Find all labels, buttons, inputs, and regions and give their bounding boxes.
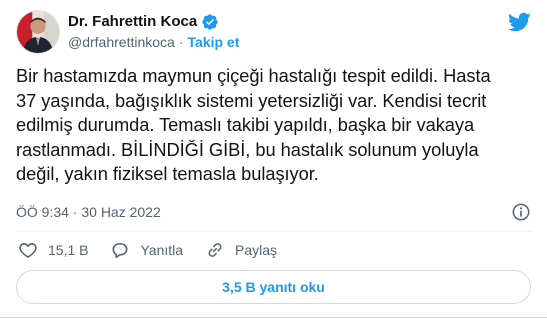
tweet-timestamp[interactable]: ÖÖ 9:34 · 30 Haz 2022 [16,204,161,220]
avatar[interactable] [16,10,60,54]
reply-action[interactable]: Yanıtla [110,240,183,260]
author-info: Dr. Fahrettin Koca @drfahrettinkoca · Ta… [68,13,239,51]
like-action[interactable]: 15,1 B [18,240,88,260]
avatar-portrait [17,11,59,53]
author-name-row: Dr. Fahrettin Koca [68,13,239,31]
author-name[interactable]: Dr. Fahrettin Koca [68,13,197,31]
tweet-actions: 15,1 B Yanıtla Paylaş [18,240,299,260]
verified-badge-icon [201,13,219,31]
like-count: 15,1 B [48,242,89,258]
divider [16,231,531,232]
follow-button[interactable]: Takip et [188,33,240,51]
tweet-meta: ÖÖ 9:34 · 30 Haz 2022 [16,202,531,222]
share-icon [208,243,222,257]
heart-icon [19,243,37,258]
reply-bubble-icon [113,242,128,259]
author-handle-row: @drfahrettinkoca · Takip et [68,33,239,51]
reply-label: Yanıtla [140,242,184,258]
read-replies-button[interactable]: 3,5 B yanıtı oku [16,270,531,304]
info-icon[interactable] [511,202,531,222]
share-label: Paylaş [235,242,278,258]
tweet-header: Dr. Fahrettin Koca @drfahrettinkoca · Ta… [16,10,239,54]
author-handle[interactable]: @drfahrettinkoca [68,33,175,51]
share-action[interactable]: Paylaş [205,240,277,260]
twitter-bird-icon[interactable] [507,10,531,34]
tweet-text: Bir hastamızda maymun çiçeği hastalığı t… [16,65,491,185]
tweet-embed-card: Dr. Fahrettin Koca @drfahrettinkoca · Ta… [0,0,547,318]
separator-dot: · [178,34,184,50]
